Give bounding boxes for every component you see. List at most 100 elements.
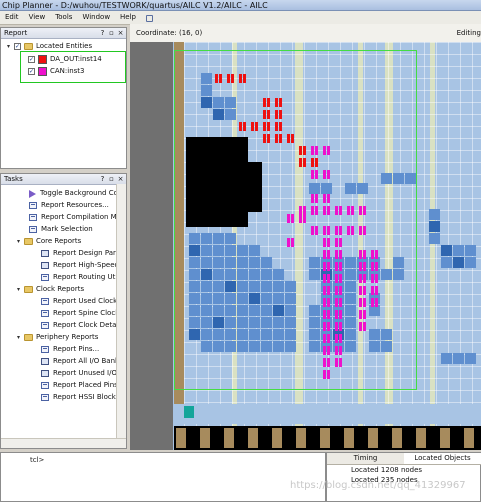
entity-checkbox-da-out[interactable]: ✓ (28, 56, 35, 63)
tasks-horizontal-scrollbar[interactable] (1, 438, 126, 448)
task-item[interactable]: Report Placed Pins By I/O Bank (41, 380, 126, 391)
used-logic-block (189, 257, 200, 268)
da-out-cell (263, 110, 266, 119)
tcl-prompt: tcl> (30, 456, 45, 464)
used-logic-block (213, 281, 224, 292)
located-entities-checkbox[interactable]: ✓ (14, 43, 21, 50)
used-logic-block (345, 257, 356, 268)
messages-panel: Timing Located Objects Located 1208 node… (326, 452, 481, 502)
da-out-cell (291, 134, 294, 143)
can-cell (291, 214, 294, 223)
task-item[interactable]: Toggle Background Colors (29, 188, 126, 199)
used-logic-block-dense (189, 329, 200, 340)
menu-tools[interactable]: Tools (50, 11, 77, 24)
io-pin (440, 428, 450, 448)
collapse-icon[interactable]: ▾ (5, 43, 12, 50)
da-out-cell (279, 134, 282, 143)
can-cell (299, 214, 302, 223)
task-item-label: Report Resources... (41, 201, 109, 209)
whats-this-icon[interactable] (145, 14, 154, 22)
menu-bar: Edit View Tools Window Help (0, 11, 481, 25)
used-logic-block (261, 305, 272, 316)
chip-floorplan-canvas[interactable] (130, 42, 481, 450)
used-logic-block (393, 257, 404, 268)
task-item[interactable]: Report Design Partitions (41, 248, 126, 259)
folder-icon (24, 238, 33, 245)
menu-help[interactable]: Help (115, 11, 141, 24)
used-logic-block (213, 341, 224, 352)
can-cell (323, 146, 326, 155)
task-item[interactable]: Report Resources... (29, 200, 109, 211)
report-panel: Report ? ▫ × ▾ ✓ Located Entities ✓ DA_O… (0, 27, 127, 169)
can-cell (335, 322, 338, 331)
can-cell (335, 310, 338, 319)
used-logic-block (309, 269, 320, 280)
menu-view[interactable]: View (24, 11, 51, 24)
watermark: https://blog.csdn.net/qq_41329967 (290, 480, 466, 491)
task-item[interactable]: Report HSSI Block Connectivity (41, 392, 126, 403)
task-item[interactable]: Report Pins... (41, 344, 99, 355)
can-cell (359, 274, 362, 283)
can-cell (327, 250, 330, 259)
report-icon (41, 322, 49, 329)
used-logic-block (201, 245, 212, 256)
da-out-cell (227, 74, 230, 83)
task-item[interactable]: Report Routing Utilization (41, 272, 126, 283)
task-item[interactable]: Report Compilation Messages (29, 212, 126, 223)
da-out-cell (275, 98, 278, 107)
task-item[interactable]: ▾ Core Reports (15, 236, 81, 247)
float-icon[interactable]: ▫ (108, 28, 115, 38)
menu-edit[interactable]: Edit (0, 11, 24, 24)
task-item[interactable]: Report All I/O Banks (41, 356, 123, 367)
can-cell (315, 226, 318, 235)
entity-row-can[interactable]: ✓ CAN:inst3 (28, 66, 85, 77)
entity-row-da-out[interactable]: ✓ DA_OUT:inst14 (28, 54, 102, 65)
io-pin (464, 428, 474, 448)
report-icon (29, 202, 37, 209)
table-icon (41, 262, 49, 269)
used-logic-block (273, 293, 284, 304)
used-logic-block (225, 341, 236, 352)
float-icon[interactable]: ▫ (108, 174, 115, 184)
can-cell (327, 322, 330, 331)
collapse-icon[interactable]: ▾ (15, 286, 22, 293)
can-cell (323, 370, 326, 379)
help-icon[interactable]: ? (99, 174, 106, 184)
collapse-icon[interactable]: ▾ (15, 334, 22, 341)
task-item[interactable]: Report High-Speed/Low-Power Tiles (41, 260, 126, 271)
can-cell (339, 358, 342, 367)
task-item[interactable]: Mark Selection (29, 224, 93, 235)
tab-timing[interactable]: Timing (327, 453, 404, 464)
task-item[interactable]: Report Used Clock Regions (41, 296, 126, 307)
task-item-label: Core Reports (36, 237, 82, 245)
can-cell (375, 274, 378, 283)
entity-checkbox-can[interactable]: ✓ (28, 68, 35, 75)
used-logic-block (189, 233, 200, 244)
task-item[interactable]: ▾ Periphery Reports (15, 332, 98, 343)
used-logic-block (249, 329, 260, 340)
used-logic-block (201, 305, 212, 316)
help-icon[interactable]: ? (99, 28, 106, 38)
task-item[interactable]: ▾ Clock Reports (15, 284, 84, 295)
menu-window[interactable]: Window (77, 11, 115, 24)
task-item[interactable]: Report Spine Clock Utilization (41, 308, 126, 319)
tab-located-objects[interactable]: Located Objects (404, 453, 481, 464)
task-item[interactable]: Report Unused I/O Pins (41, 368, 126, 379)
used-logic-block (345, 317, 356, 328)
can-cell (359, 250, 362, 259)
coordinate-readout: Coordinate: (16, 0) (136, 29, 203, 37)
task-item-label: Clock Reports (36, 285, 85, 293)
can-cell (363, 310, 366, 319)
tcl-console[interactable]: tcl> (0, 452, 326, 502)
used-logic-block (285, 317, 296, 328)
entity-color-swatch (38, 55, 47, 64)
chip-planner-toolbar: Coordinate: (16, 0) Editing (130, 24, 481, 43)
can-cell (327, 334, 330, 343)
tasks-vertical-scrollbar[interactable] (116, 184, 126, 448)
collapse-icon[interactable]: ▾ (15, 238, 22, 245)
can-cell (323, 286, 326, 295)
close-icon[interactable]: × (117, 174, 124, 184)
task-item[interactable]: Report Clock Details... (41, 320, 126, 331)
close-icon[interactable]: × (117, 28, 124, 38)
used-logic-block (225, 293, 236, 304)
